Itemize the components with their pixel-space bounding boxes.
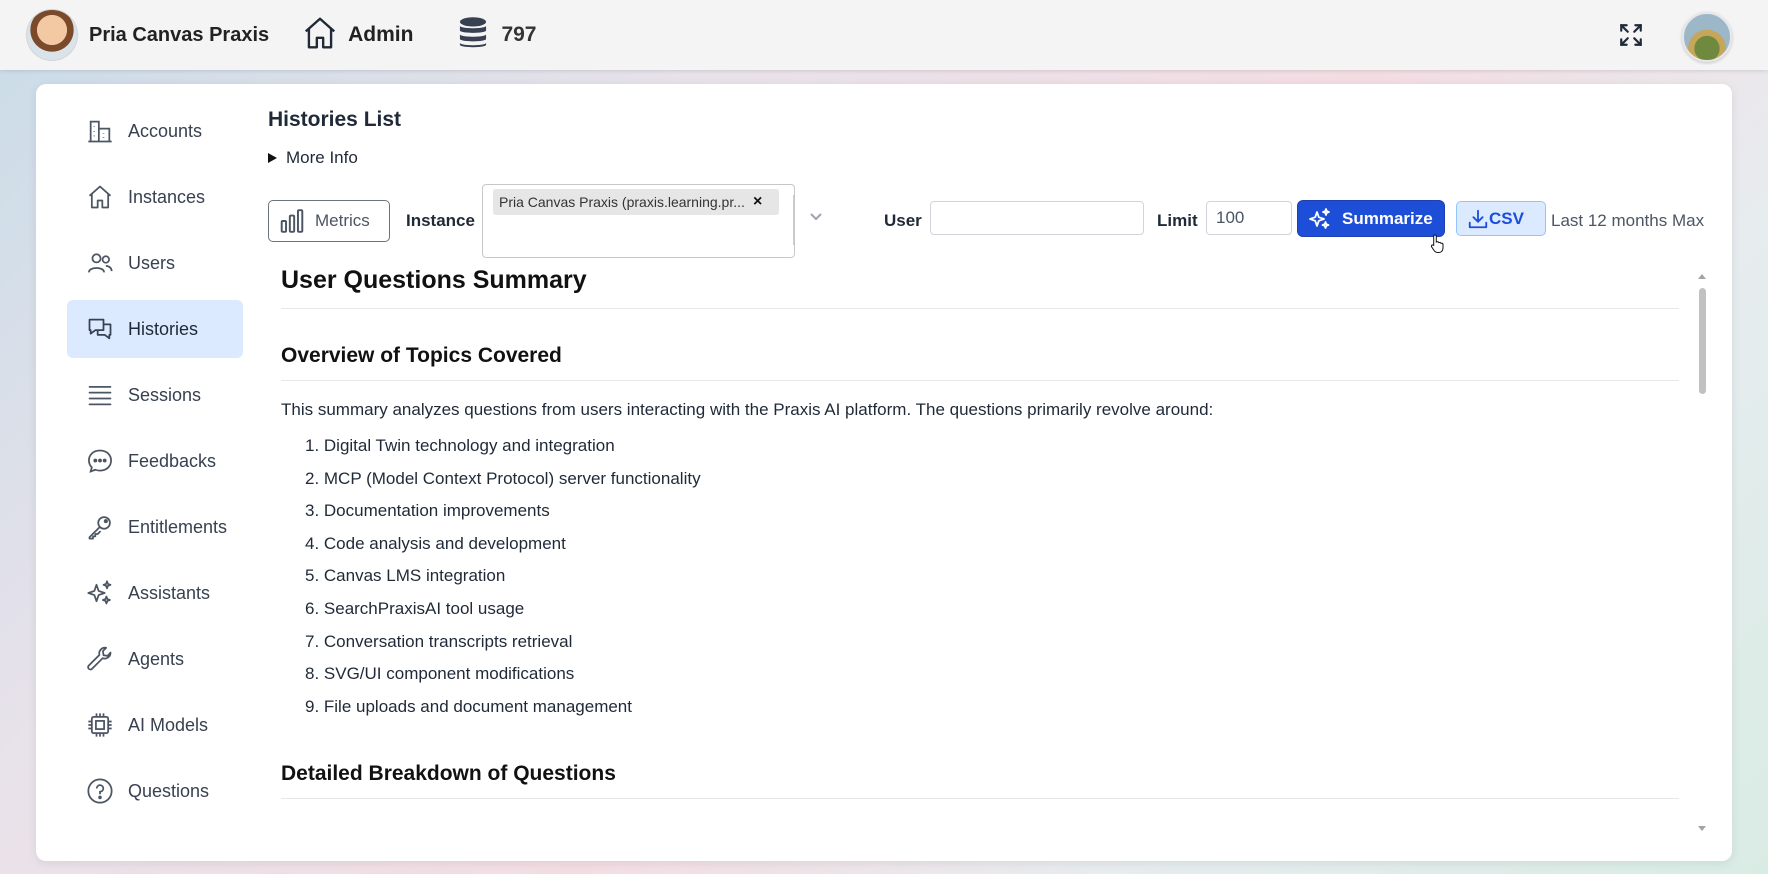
download-icon [1467,208,1489,230]
main-card: Accounts Instances Users Histories Sessi… [36,84,1732,861]
sidebar-item-questions[interactable]: Questions [67,762,243,820]
topics-list: 1. Digital Twin technology and integrati… [305,430,701,723]
users-icon [86,249,114,277]
comment-dots-icon [86,447,114,475]
bar-chart-icon [279,207,305,235]
list-item: 5. Canvas LMS integration [305,566,506,586]
sidebar-item-label: Sessions [128,384,202,405]
list-item: 7. Conversation transcripts retrieval [305,631,573,651]
sidebar-item-entitlements[interactable]: Entitlements [67,498,243,556]
sidebar-item-label: Instances [128,186,206,207]
chat-bubbles-icon [86,315,114,343]
instance-select[interactable]: Pria Canvas Praxis (praxis.learning.pr..… [482,184,822,258]
home-icon [86,183,114,211]
overview-heading: Overview of Topics Covered [281,344,1679,381]
sidebar-item-label: Questions [128,780,210,801]
page-title: Histories List [268,108,402,131]
toolbar: Metrics Instance Pria Canvas Praxis (pra… [268,184,1708,258]
list-item: 4. Code analysis and development [305,533,566,553]
scroll-down-arrow-icon[interactable] [1698,826,1706,831]
question-circle-icon [86,777,114,805]
admin-label: Admin [348,23,414,46]
list-item: 3. Documentation improvements [305,501,550,521]
metrics-button[interactable]: Metrics [268,200,390,242]
sidebar-item-agents[interactable]: Agents [67,630,243,688]
sidebar-item-label: Accounts [128,120,203,141]
sidebar-item-instances[interactable]: Instances [67,168,243,226]
scrollbar-thumb[interactable] [1699,288,1706,394]
limit-label: Limit [1157,211,1198,230]
disclosure-triangle-icon [268,153,277,163]
user-input[interactable] [930,201,1144,235]
credits-indicator[interactable]: 797 [457,16,537,55]
more-info-toggle[interactable]: More Info [268,148,358,168]
summary-intro: This summary analyzes questions from use… [281,400,1214,419]
wrench-icon [86,645,114,673]
scroll-up-arrow-icon[interactable] [1698,274,1706,279]
list-item: 8. SVG/UI component modifications [305,664,575,684]
select-divider [793,195,794,245]
user-avatar[interactable] [1682,12,1732,62]
brand[interactable]: Pria Canvas Praxis [26,9,269,61]
credits-count: 797 [501,23,537,46]
list-item: 9. File uploads and document management [305,696,632,716]
list-item: 6. SearchPraxisAI tool usage [305,598,525,618]
building-icon [86,117,114,145]
sidebar-item-label: AI Models [128,714,209,735]
chevron-down-icon[interactable] [809,209,823,227]
top-bar: Pria Canvas Praxis Admin 797 [0,0,1768,70]
database-icon [457,16,489,55]
sidebar-item-label: Agents [128,648,185,669]
sidebar-item-ai-models[interactable]: AI Models [67,696,243,754]
assistant-avatar [26,9,78,61]
summarize-button[interactable]: Summarize [1298,201,1444,236]
more-info-label: More Info [286,148,358,167]
cpu-chip-icon [86,711,114,739]
main-content: Histories List More Info Metrics Instanc… [268,84,1708,861]
instance-chip-label: Pria Canvas Praxis (praxis.learning.pr..… [499,194,745,210]
metrics-label: Metrics [315,211,370,230]
instance-label: Instance [406,211,475,230]
sidebar-item-label: Assistants [128,582,211,603]
sparkles-icon [86,579,114,607]
sidebar-item-label: Entitlements [128,516,228,537]
sidebar-item-accounts[interactable]: Accounts [67,102,243,160]
list-icon [86,381,114,409]
limit-input[interactable] [1206,201,1292,235]
chip-remove-icon[interactable]: × [753,193,762,211]
hand-cursor-icon [1430,234,1446,259]
csv-download-button[interactable]: CSV [1456,201,1546,236]
instance-chip: Pria Canvas Praxis (praxis.learning.pr..… [493,189,779,215]
admin-link[interactable]: Admin [301,14,413,57]
sidebar-item-histories[interactable]: Histories [67,300,243,358]
sidebar-item-label: Histories [128,318,199,339]
sidebar-item-feedbacks[interactable]: Feedbacks [67,432,243,490]
summary-heading: User Questions Summary [281,266,1679,309]
sidebar-item-users[interactable]: Users [67,234,243,292]
sidebar-item-label: Feedbacks [128,450,217,471]
user-label: User [884,211,922,230]
list-item: 2. MCP (Model Context Protocol) server f… [305,468,701,488]
summarize-label: Summarize [1342,208,1433,228]
sidebar-item-sessions[interactable]: Sessions [67,366,243,424]
list-item: 1. Digital Twin technology and integrati… [305,436,615,455]
brand-name: Pria Canvas Praxis [89,23,270,46]
home-icon [301,14,339,57]
summary-panel: User Questions Summary Overview of Topic… [281,266,1679,856]
sidebar: Accounts Instances Users Histories Sessi… [67,102,243,828]
sidebar-item-label: Users [128,252,176,273]
fullscreen-icon[interactable] [1618,22,1644,48]
summary-scrollbar[interactable] [1696,274,1708,844]
breakdown-heading: Detailed Breakdown of Questions [281,762,1679,799]
csv-label: CSV [1489,208,1524,228]
sidebar-item-assistants[interactable]: Assistants [67,564,243,622]
date-range-text: Last 12 months Max [1551,211,1705,230]
key-icon [86,513,114,541]
sparkles-icon [1308,207,1332,231]
